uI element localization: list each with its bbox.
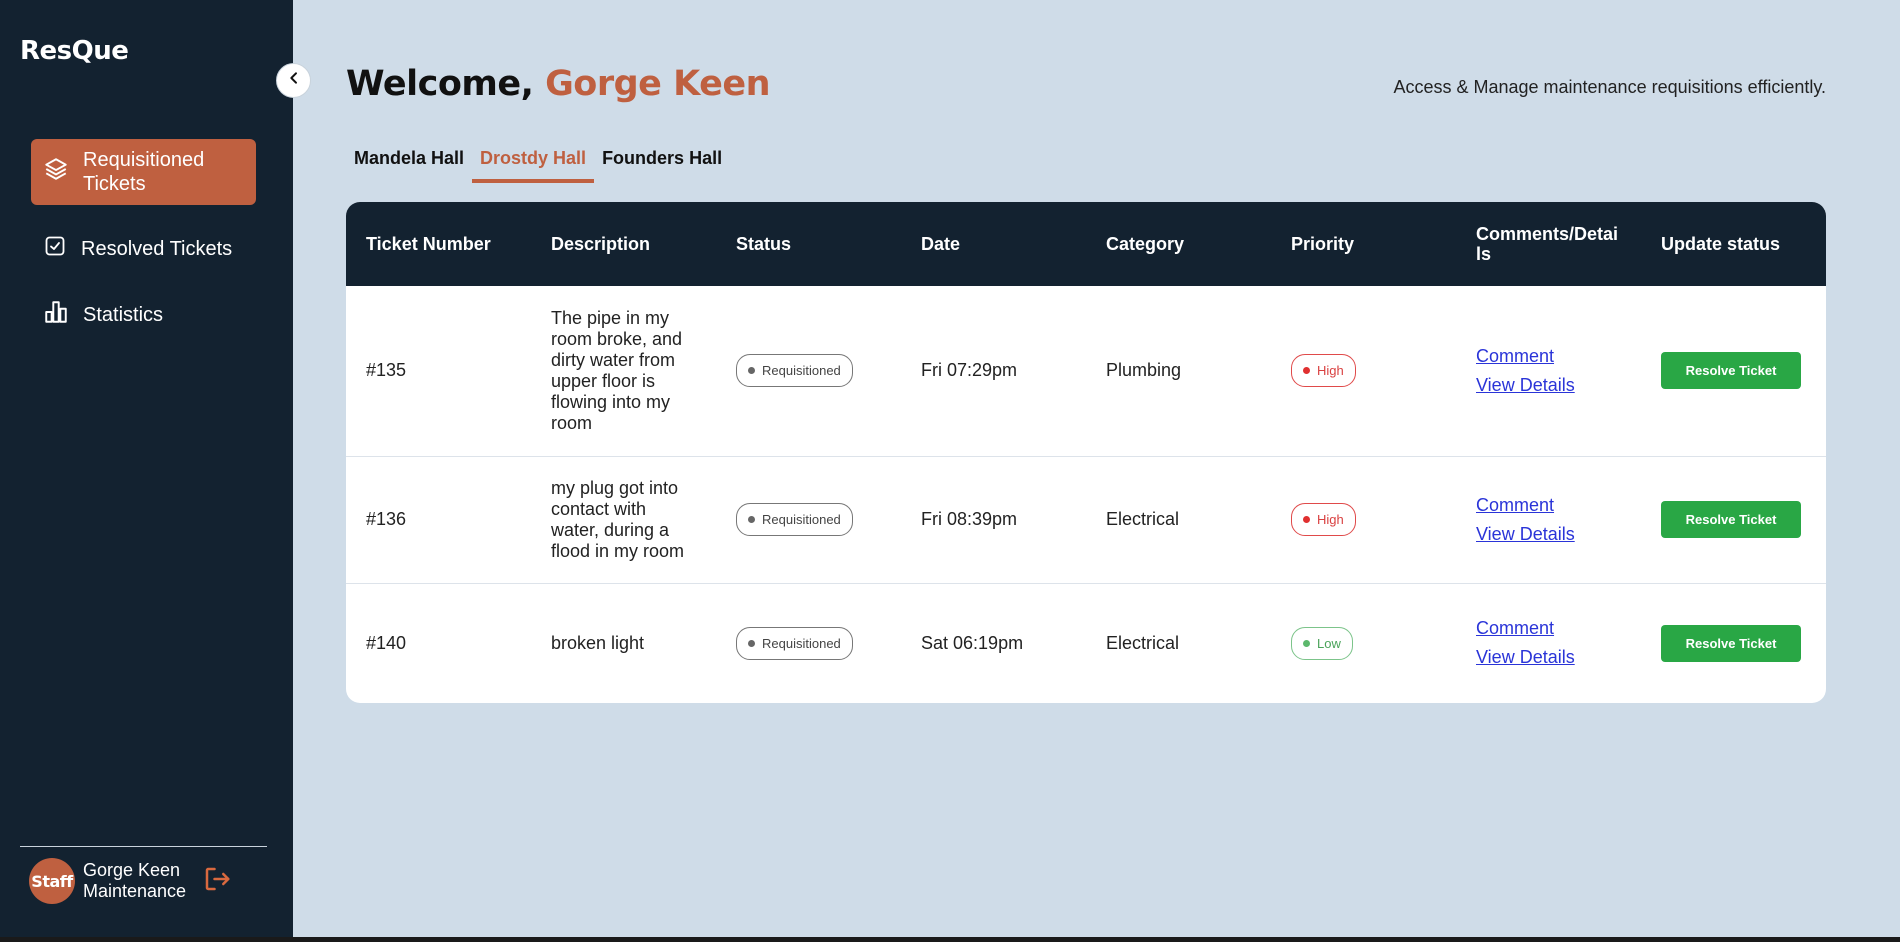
ticket-description: my plug got into contact with water, dur… — [551, 477, 685, 561]
ticket-date: Fri 08:39pm — [921, 509, 1018, 529]
page-title: Welcome, Gorge Keen — [346, 64, 770, 104]
status-badge: Requisitioned — [736, 503, 853, 536]
welcome-user-name: Gorge Keen — [545, 64, 770, 104]
status-dot — [748, 639, 755, 647]
sidebar-item-label: Statistics — [83, 304, 164, 326]
ticket-category: Electrical — [1106, 509, 1180, 529]
collapse-sidebar-button[interactable] — [276, 63, 311, 98]
column-header: Update status — [1661, 234, 1781, 254]
comment-link[interactable]: Comment — [1476, 618, 1621, 639]
ticket-category: Plumbing — [1106, 360, 1182, 381]
ticket-date: Fri 07:29pm — [921, 360, 1018, 381]
user-role: Maintenance — [83, 881, 187, 901]
view-details-link[interactable]: View Details — [1476, 524, 1621, 545]
priority-dot — [1303, 639, 1310, 647]
priority-dot — [1303, 367, 1310, 375]
user-name: Gorge Keen — [83, 860, 181, 880]
column-header: Priority — [1291, 234, 1355, 254]
column-header: Ticket Number — [366, 234, 491, 254]
sidebar-item-resolved-tickets[interactable]: Resolved Tickets — [31, 230, 256, 268]
resolve-ticket-button[interactable]: Resolve Ticket — [1661, 501, 1801, 538]
sidebar: ResQue Requisitioned Tickets Resolved Ti… — [0, 0, 293, 937]
status-label: Requisitioned — [762, 363, 841, 379]
priority-badge: Low — [1291, 626, 1353, 660]
table-row: #140 broken light Requisitioned Sat 06:1… — [346, 583, 1826, 703]
user-info: Gorge Keen Maintenance — [83, 860, 186, 902]
tickets-table: Ticket Number Description Status Date Ca… — [346, 202, 1826, 703]
sidebar-item-requisitioned-tickets[interactable]: Requisitioned Tickets — [31, 139, 256, 205]
resolve-ticket-button[interactable]: Resolve Ticket — [1661, 624, 1801, 662]
column-header: Comments/Details — [1476, 224, 1619, 264]
hall-tabs: Mandela Hall Drostdy Hall Founders Hall — [346, 146, 730, 183]
status-label: Requisitioned — [762, 512, 841, 527]
user-profile: Staff Gorge Keen Maintenance — [29, 858, 232, 904]
ticket-number: #135 — [366, 360, 407, 381]
sidebar-item-label: Resolved Tickets — [81, 238, 233, 260]
table-header-row: Ticket Number Description Status Date Ca… — [346, 202, 1826, 286]
checkbox-icon — [43, 234, 67, 264]
logout-icon[interactable] — [202, 864, 232, 899]
comment-link[interactable]: Comment — [1476, 346, 1621, 367]
column-header: Status — [736, 234, 792, 254]
ticket-number: #140 — [366, 632, 407, 653]
view-details-link[interactable]: View Details — [1476, 375, 1621, 396]
view-details-link[interactable]: View Details — [1476, 647, 1621, 668]
ticket-description: broken light — [551, 632, 645, 653]
priority-badge: High — [1291, 354, 1356, 388]
ticket-number: #136 — [366, 509, 407, 529]
tab-founders-hall[interactable]: Founders Hall — [594, 146, 730, 183]
layers-icon — [43, 156, 69, 188]
priority-label: Low — [1317, 635, 1341, 651]
column-header: Category — [1106, 234, 1185, 254]
table-row: #136 my plug got into contact with water… — [346, 456, 1826, 583]
chevron-left-icon — [286, 70, 302, 91]
priority-label: High — [1317, 512, 1344, 527]
status-dot — [748, 516, 755, 523]
sidebar-item-label: Requisitioned Tickets — [83, 149, 205, 195]
priority-dot — [1303, 516, 1310, 523]
sidebar-divider — [20, 846, 267, 847]
page-tagline: Access & Manage maintenance requisitions… — [1393, 77, 1826, 97]
status-badge: Requisitioned — [736, 626, 853, 660]
tab-drostdy-hall[interactable]: Drostdy Hall — [472, 146, 595, 183]
sidebar-item-statistics[interactable]: Statistics — [31, 296, 256, 334]
resolve-ticket-button[interactable]: Resolve Ticket — [1661, 352, 1801, 390]
avatar: Staff — [29, 858, 75, 904]
status-badge: Requisitioned — [736, 354, 853, 388]
status-label: Requisitioned — [762, 635, 841, 651]
bar-chart-icon — [43, 299, 69, 331]
comment-link[interactable]: Comment — [1476, 495, 1621, 516]
ticket-date: Sat 06:19pm — [921, 632, 1024, 653]
priority-label: High — [1317, 363, 1344, 379]
tab-mandela-hall[interactable]: Mandela Hall — [346, 146, 472, 183]
ticket-description: The pipe in my room broke, and dirty wat… — [551, 307, 683, 433]
priority-badge: High — [1291, 503, 1356, 536]
window-bottom-edge — [0, 937, 1900, 942]
column-header: Date — [921, 234, 961, 254]
welcome-prefix: Welcome, — [346, 64, 534, 104]
table-row: #135 The pipe in my room broke, and dirt… — [346, 286, 1826, 456]
ticket-category: Electrical — [1106, 632, 1180, 653]
status-dot — [748, 367, 755, 375]
column-header: Description — [551, 234, 651, 254]
app-brand: ResQue — [20, 36, 129, 66]
